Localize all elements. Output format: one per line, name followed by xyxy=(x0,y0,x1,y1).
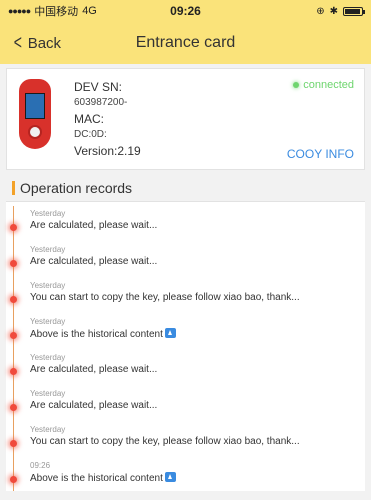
record-text: Are calculated, please wait... xyxy=(30,400,158,411)
chevron-left-icon: < xyxy=(13,32,22,54)
device-info: DEV SN: 603987200- MAC: DC:0D: Version:2… xyxy=(74,79,141,159)
timeline-dot-icon xyxy=(10,368,17,375)
status-dot-icon xyxy=(293,82,300,88)
record-text-wrap: Above is the historical content xyxy=(30,472,176,484)
connection-status: connected xyxy=(293,79,354,91)
list-item[interactable]: Yesterday Above is the historical conten… xyxy=(6,314,365,350)
record-text: Above is the historical content xyxy=(30,473,163,484)
section-accent-bar xyxy=(12,181,15,195)
device-button xyxy=(28,125,42,139)
device-card: DEV SN: 603987200- MAC: DC:0D: Version:2… xyxy=(6,68,365,170)
section-header: Operation records xyxy=(12,180,132,196)
mac-value: DC:0D: xyxy=(74,129,107,140)
records-list: Yesterday Are calculated, please wait...… xyxy=(6,201,365,491)
nav-bar: < Back Entrance card xyxy=(0,22,371,64)
timeline-dot-icon xyxy=(10,404,17,411)
record-text: You can start to copy the key, please fo… xyxy=(30,436,300,447)
record-time: Yesterday xyxy=(30,317,66,326)
back-label: Back xyxy=(27,34,62,52)
mac-label: MAC: xyxy=(74,112,104,126)
timeline-dot-icon xyxy=(10,260,17,267)
status-right: ⊕ ✱ xyxy=(316,5,365,17)
record-text: Are calculated, please wait... xyxy=(30,256,158,267)
record-time: Yesterday xyxy=(30,353,66,362)
list-item: Yesterday You can start to copy the key,… xyxy=(6,422,365,458)
record-text: Are calculated, please wait... xyxy=(30,364,158,375)
dev-sn-label: DEV SN: xyxy=(74,80,123,94)
timeline-dot-icon xyxy=(10,440,17,447)
timeline-dot-icon xyxy=(10,332,17,339)
list-item: Yesterday Are calculated, please wait... xyxy=(6,386,365,422)
signal-icon: ●●●●● xyxy=(8,6,31,16)
record-time: Yesterday xyxy=(30,209,66,218)
record-text: Are calculated, please wait... xyxy=(30,220,158,231)
record-time: Yesterday xyxy=(30,425,66,434)
section-title: Operation records xyxy=(20,180,133,196)
record-text: Above is the historical content xyxy=(30,329,163,340)
device-screen xyxy=(25,93,45,119)
list-item[interactable]: 09:26 Above is the historical content xyxy=(6,458,365,494)
network-type: 4G xyxy=(82,5,97,17)
timeline-dot-icon xyxy=(10,224,17,231)
record-text-wrap: Above is the historical content xyxy=(30,328,176,340)
arrow-up-icon[interactable] xyxy=(164,472,176,482)
back-button[interactable]: < Back xyxy=(0,33,61,53)
device-image xyxy=(19,79,51,149)
battery-icon xyxy=(343,6,365,16)
record-time: Yesterday xyxy=(30,389,66,398)
list-item: Yesterday Are calculated, please wait... xyxy=(6,206,365,242)
record-time: Yesterday xyxy=(30,281,66,290)
alarm-icon: ⊕ xyxy=(316,5,325,17)
connection-status-label: connected xyxy=(303,79,354,91)
record-time: 09:26 xyxy=(30,461,51,470)
top-bar: ●●●●● 中国移动 4G 09:26 ⊕ ✱ < Back Entrance … xyxy=(0,0,371,64)
list-item: Yesterday You can start to copy the key,… xyxy=(6,278,365,314)
version-label: Version:2.19 xyxy=(74,144,141,158)
list-item: Yesterday Are calculated, please wait... xyxy=(6,350,365,386)
list-item: Yesterday Are calculated, please wait... xyxy=(6,242,365,278)
status-left: ●●●●● 中国移动 4G xyxy=(8,3,97,19)
timeline-dot-icon xyxy=(10,296,17,303)
record-text: You can start to copy the key, please fo… xyxy=(30,292,300,303)
record-time: Yesterday xyxy=(30,245,66,254)
status-bar: ●●●●● 中国移动 4G 09:26 ⊕ ✱ xyxy=(0,0,371,22)
timeline-dot-icon xyxy=(10,476,17,483)
bluetooth-icon: ✱ xyxy=(329,5,338,17)
carrier-name: 中国移动 xyxy=(34,6,79,18)
dev-sn-value: 603987200- xyxy=(74,97,128,108)
copy-info-button[interactable]: COOY INFO xyxy=(287,147,354,161)
arrow-up-icon[interactable] xyxy=(164,328,176,338)
